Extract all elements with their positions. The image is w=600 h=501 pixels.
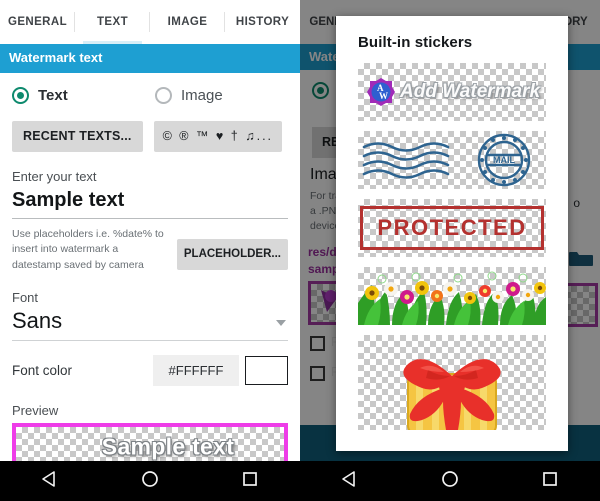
android-nav-bar <box>0 461 300 501</box>
flowers-grass-icon <box>358 271 546 325</box>
watermark-type-radio-group: Text Image <box>12 87 288 105</box>
sticker-item-protected[interactable]: PROTECTED <box>358 199 546 257</box>
preview-sample-text: Sample text <box>101 433 235 460</box>
tab-general[interactable]: GENERAL <box>0 0 75 44</box>
back-button[interactable] <box>40 469 60 494</box>
recents-button[interactable] <box>240 469 260 494</box>
sticker-item-add-watermark[interactable]: A W Add Watermark <box>358 63 546 121</box>
font-color-hex-input[interactable]: #FFFFFF <box>153 354 239 386</box>
right-phone-screen: GENERAL TEXT IMAGE HISTORY Watermark I R… <box>300 0 600 501</box>
home-button[interactable] <box>440 469 460 494</box>
font-color-row: Font color #FFFFFF <box>12 354 288 386</box>
sticker-list: A W Add Watermark MAIL PROTECTED <box>336 51 568 430</box>
tab-text-label: TEXT <box>97 16 128 28</box>
recent-texts-button[interactable]: RECENT TEXTS... <box>12 121 143 153</box>
sticker-item-flowers[interactable] <box>358 267 546 325</box>
svg-text:W: W <box>379 91 388 101</box>
tab-bar: GENERAL TEXT IMAGE HISTORY <box>0 0 300 44</box>
text-settings-content: Text Image RECENT TEXTS... © ® ™ ♥ † ♫..… <box>0 87 300 418</box>
recents-button[interactable] <box>540 469 560 494</box>
mail-stamp-text: MAIL <box>493 155 515 165</box>
sticker-item-gift-bow[interactable] <box>358 335 546 430</box>
builtin-stickers-dialog: Built-in stickers A W Add Watermark MAIL… <box>336 16 568 451</box>
android-nav-bar-right <box>300 461 600 501</box>
font-select[interactable]: Sans <box>12 307 288 341</box>
sticker-item-mail-stamp[interactable]: MAIL <box>358 131 546 189</box>
placeholder-hint: Use placeholders i.e. %date% to insert i… <box>12 228 164 271</box>
radio-option-image[interactable]: Image <box>155 87 223 105</box>
text-action-buttons: RECENT TEXTS... © ® ™ ♥ † ♫... <box>12 121 288 153</box>
back-button[interactable] <box>340 469 360 494</box>
dialog-title: Built-in stickers <box>358 34 473 51</box>
home-button[interactable] <box>140 469 160 494</box>
placeholder-row: Use placeholders i.e. %date% to insert i… <box>12 227 288 273</box>
protected-label: PROTECTED <box>377 215 527 240</box>
tab-general-label: GENERAL <box>7 16 68 28</box>
mail-stamp-icon: MAIL <box>362 133 531 187</box>
font-value: Sans <box>12 307 288 341</box>
placeholder-button[interactable]: PLACEHOLDER... <box>176 239 288 271</box>
preview-label: Preview <box>12 402 59 418</box>
radio-text-icon <box>12 87 29 105</box>
enter-text-label: Enter your text <box>12 169 97 185</box>
radio-image-icon <box>155 87 172 105</box>
protected-frame: PROTECTED <box>360 206 544 250</box>
tab-image[interactable]: IMAGE <box>150 0 225 44</box>
add-watermark-sticker-label: Add Watermark <box>400 81 541 102</box>
font-label: Font <box>12 289 39 305</box>
left-phone-screen: GENERAL TEXT IMAGE HISTORY Watermark tex… <box>0 0 300 501</box>
tab-history-label: HISTORY <box>235 16 290 28</box>
watermark-text-input[interactable]: Sample text <box>12 187 288 220</box>
dual-screenshot: GENERAL TEXT IMAGE HISTORY Watermark tex… <box>0 0 600 501</box>
add-watermark-logo-icon: A W <box>366 77 396 107</box>
gift-bow-icon <box>403 359 501 430</box>
chevron-down-icon <box>276 319 286 326</box>
section-header-watermark-text: Watermark text <box>0 44 300 74</box>
radio-image-label: Image <box>181 87 223 105</box>
symbols-button[interactable]: © ® ™ ♥ † ♫... <box>153 121 283 153</box>
radio-text-label: Text <box>38 87 68 105</box>
font-color-swatch[interactable] <box>245 355 288 385</box>
tab-history[interactable]: HISTORY <box>225 0 300 44</box>
radio-option-text[interactable]: Text <box>12 87 155 105</box>
font-color-label: Font color <box>12 362 73 378</box>
tab-image-label: IMAGE <box>167 16 208 28</box>
tab-text[interactable]: TEXT <box>75 0 150 44</box>
